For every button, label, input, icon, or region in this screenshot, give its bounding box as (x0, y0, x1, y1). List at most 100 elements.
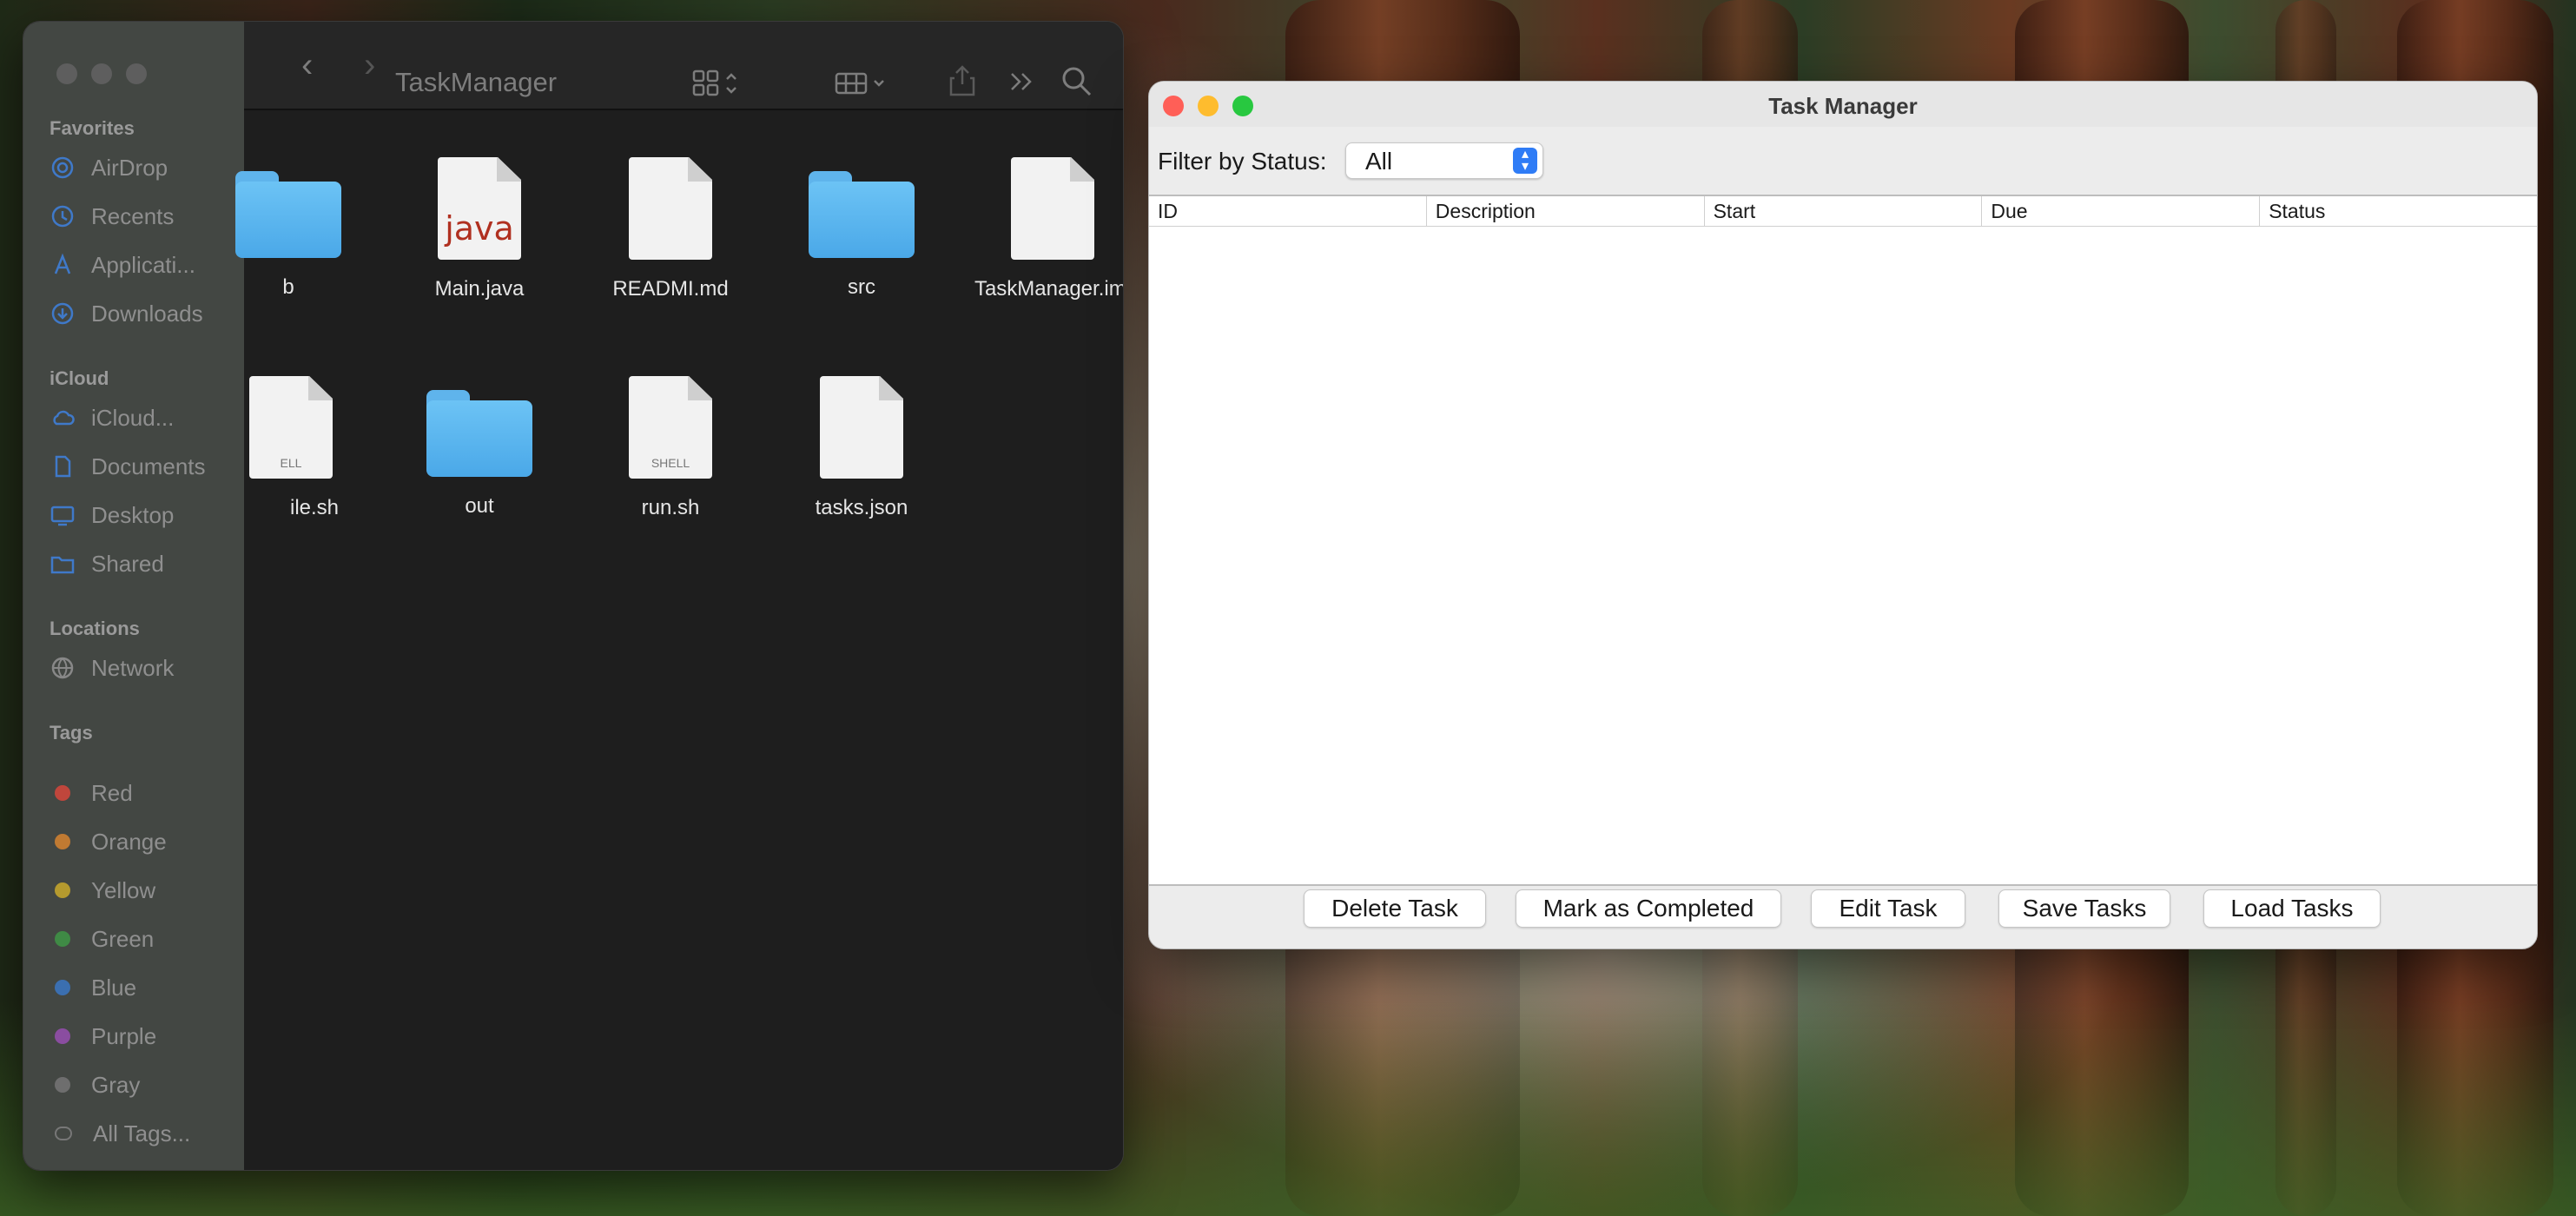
minimize-button[interactable] (91, 63, 112, 84)
shared-folder-icon (50, 551, 76, 577)
sidebar-item-label: Blue (91, 974, 137, 1001)
tag-dot-icon (55, 1077, 70, 1093)
desktop-icon (50, 502, 76, 528)
action-buttons: Delete Task Mark as Completed Edit Task … (1149, 889, 2537, 928)
back-chevron-icon[interactable]: ‹ (301, 48, 313, 83)
forward-chevron-icon[interactable]: › (364, 48, 375, 83)
group-by-icon[interactable] (835, 70, 892, 101)
mark-completed-button[interactable]: Mark as Completed (1516, 889, 1781, 928)
finder-toolbar: ‹ › (244, 22, 1123, 110)
file-item-run-sh[interactable]: SHELL run.sh (579, 376, 762, 520)
tag-dot-icon (55, 785, 70, 801)
sidebar-item-label: AirDrop (91, 154, 168, 181)
file-item-readme[interactable]: READMI.md (579, 157, 762, 301)
file-item-src[interactable]: src (770, 162, 953, 300)
file-label: READMI.md (612, 277, 729, 301)
sidebar-tag-orange[interactable]: Orange (50, 824, 167, 859)
locations-section-title: Locations (50, 618, 140, 639)
column-header-id[interactable]: ID (1149, 196, 1427, 226)
file-item-tasks-json[interactable]: tasks.json (770, 376, 953, 520)
file-item-out[interactable]: out (388, 381, 571, 519)
minimize-button[interactable] (1198, 96, 1219, 116)
sidebar-item-icloud-drive[interactable]: iCloud... (50, 400, 174, 435)
sidebar-tag-purple[interactable]: Purple (50, 1019, 156, 1054)
file-item-taskmanager-iml[interactable]: TaskManager.iml (961, 157, 1123, 301)
tasks-table[interactable]: ID Description Start Due Status (1149, 195, 2537, 886)
sidebar-item-network[interactable]: Network (50, 651, 174, 685)
delete-task-button[interactable]: Delete Task (1304, 889, 1486, 928)
sidebar-tag-yellow[interactable]: Yellow (50, 873, 155, 908)
tag-dot-icon (55, 980, 70, 995)
shell-badge: SHELL (651, 456, 690, 470)
zoom-button[interactable] (126, 63, 147, 84)
file-label: src (848, 275, 875, 299)
sidebar-item-applications[interactable]: Applicati... (50, 248, 195, 282)
zoom-button[interactable] (1232, 96, 1253, 116)
file-item-main-java[interactable]: java Main.java (388, 157, 571, 301)
document-file-icon (629, 157, 712, 260)
task-manager-window: Task Manager Filter by Status: All ▴ ▾ ID… (1148, 81, 2538, 949)
file-label: out (465, 494, 494, 518)
sidebar-item-label: Red (91, 779, 133, 806)
file-label: b (282, 275, 294, 299)
sidebar-item-label: Downloads (91, 300, 203, 327)
column-header-status[interactable]: Status (2260, 196, 2537, 226)
sidebar-item-label: Shared (91, 550, 164, 577)
document-file-icon (1011, 157, 1094, 260)
sidebar-item-documents[interactable]: Documents (50, 449, 206, 484)
sidebar-item-shared[interactable]: Shared (50, 546, 164, 581)
document-file-icon (820, 376, 903, 479)
status-filter-value: All (1365, 148, 1393, 175)
search-icon[interactable] (1060, 65, 1093, 102)
sidebar-item-label: Yellow (91, 876, 156, 903)
tag-dot-icon (55, 931, 70, 947)
clock-icon (50, 203, 76, 229)
sidebar-item-label: Gray (91, 1071, 141, 1098)
sidebar-item-label: Purple (91, 1022, 157, 1049)
sidebar-tag-red[interactable]: Red (50, 776, 133, 810)
folder-icon (235, 171, 341, 258)
more-toolbar-icon[interactable] (1007, 69, 1036, 99)
file-item-ile-sh[interactable]: ELL ile.sh (197, 376, 380, 520)
sidebar-item-desktop[interactable]: Desktop (50, 498, 174, 532)
folder-icon (809, 171, 915, 258)
filter-status-label: Filter by Status: (1158, 148, 1327, 175)
sidebar-item-airdrop[interactable]: AirDrop (50, 150, 168, 185)
finder-window: Favorites AirDrop Recents Applicati... D… (23, 21, 1124, 1171)
shell-file-icon: SHELL (629, 376, 712, 479)
sidebar-item-label: Green (91, 925, 155, 952)
column-header-description[interactable]: Description (1427, 196, 1705, 226)
edit-task-button[interactable]: Edit Task (1811, 889, 1965, 928)
table-header: ID Description Start Due Status (1149, 196, 2537, 227)
sidebar-item-label: Network (91, 654, 175, 681)
favorites-section-title: Favorites (50, 117, 135, 139)
task-manager-window-controls (1163, 96, 1253, 116)
java-file-icon: java (438, 157, 521, 260)
applications-icon (50, 252, 76, 278)
sidebar-item-recents[interactable]: Recents (50, 199, 174, 234)
share-icon[interactable] (948, 63, 977, 102)
folder-icon (426, 390, 532, 477)
icon-view-icon[interactable] (692, 69, 741, 102)
column-header-due[interactable]: Due (1982, 196, 2261, 226)
sidebar-item-downloads[interactable]: Downloads (50, 296, 203, 331)
sidebar-all-tags[interactable]: All Tags... (50, 1116, 190, 1151)
close-button[interactable] (56, 63, 77, 84)
status-filter-select[interactable]: All ▴ ▾ (1345, 142, 1543, 179)
sidebar-item-label: All Tags... (93, 1120, 191, 1147)
sidebar-tag-green[interactable]: Green (50, 922, 154, 956)
file-item-folder-b[interactable]: b (197, 162, 380, 300)
save-tasks-button[interactable]: Save Tasks (1998, 889, 2170, 928)
globe-icon (50, 655, 76, 681)
file-label: tasks.json (815, 496, 908, 519)
tag-dot-icon (55, 882, 70, 898)
load-tasks-button[interactable]: Load Tasks (2203, 889, 2381, 928)
sidebar-tag-gray[interactable]: Gray (50, 1067, 140, 1102)
sidebar-item-label: Orange (91, 828, 167, 855)
close-button[interactable] (1163, 96, 1184, 116)
tag-dot-icon (55, 1028, 70, 1044)
tag-dot-icon (55, 834, 70, 849)
column-header-start[interactable]: Start (1705, 196, 1983, 226)
all-tags-icon (55, 1127, 72, 1140)
sidebar-tag-blue[interactable]: Blue (50, 970, 136, 1005)
